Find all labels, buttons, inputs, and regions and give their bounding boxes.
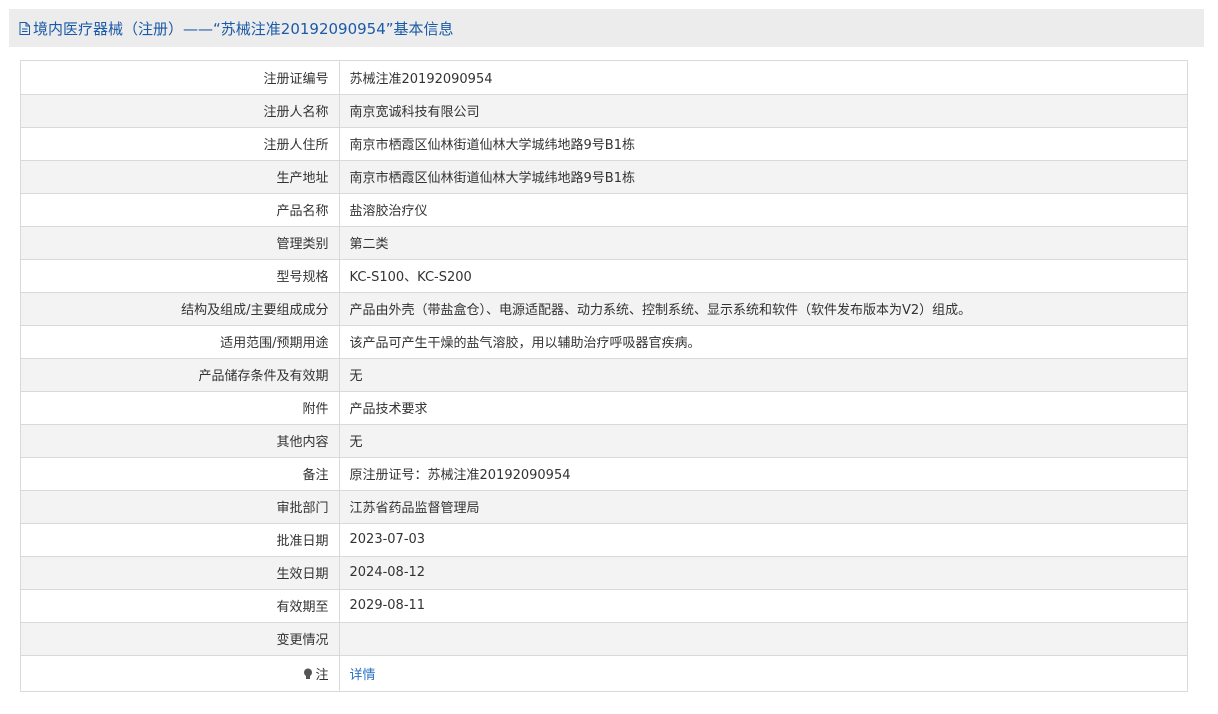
table-row: 附件 产品技术要求	[21, 391, 1187, 425]
table-row: 审批部门 江苏省药品监督管理局	[21, 490, 1187, 524]
row-label: 管理类别	[21, 226, 340, 260]
table-row: 注册人住所 南京市栖霞区仙林街道仙林大学城纬地路9号B1栋	[21, 127, 1187, 161]
row-label: 备注	[21, 457, 340, 491]
info-table: 注册证编号 苏械注准20192090954 注册人名称 南京宽诚科技有限公司 注册人住所…	[20, 60, 1188, 692]
table-row: 型号规格 KC-S100、KC-S200	[21, 259, 1187, 293]
row-value: 南京市栖霞区仙林街道仙林大学城纬地路9号B1栋	[339, 160, 1187, 194]
table-row: 变更情况	[21, 622, 1187, 656]
row-label: 注册人住所	[21, 127, 340, 161]
row-value: KC-S100、KC-S200	[339, 259, 1187, 293]
row-label: 结构及组成/主要组成成分	[21, 292, 340, 326]
table-row: 其他内容无	[21, 424, 1187, 458]
row-value: 无	[339, 358, 1187, 392]
row-label: 附件	[21, 391, 340, 425]
row-label: 审批部门	[21, 490, 340, 524]
lightbulb-icon	[303, 668, 313, 680]
table-row: 批准日期 2023-07-03	[21, 523, 1187, 557]
table-row: 生效日期 2024-08-12	[21, 556, 1187, 590]
table-row: 产品储存条件及有效期无	[21, 358, 1187, 392]
row-label: 其他内容	[21, 424, 340, 458]
row-value: 2024-08-12	[339, 556, 1187, 590]
row-value: 2023-07-03	[339, 523, 1187, 557]
document-icon	[19, 21, 30, 35]
note-label-cell: 注	[21, 655, 340, 691]
table-row: 适用范围/预期用途 该产品可产生干燥的盐气溶胶，用以辅助治疗呼吸器官疾病。	[21, 325, 1187, 359]
row-label: 批准日期	[21, 523, 340, 557]
row-value: 该产品可产生干燥的盐气溶胶，用以辅助治疗呼吸器官疾病。	[339, 325, 1187, 359]
info-rows: 注册证编号 苏械注准20192090954 注册人名称 南京宽诚科技有限公司 注册人住所…	[21, 61, 1187, 691]
row-value: 无	[339, 424, 1187, 458]
table-row: 生产地址 南京市栖霞区仙林街道仙林大学城纬地路9号B1栋	[21, 160, 1187, 194]
note-value-cell: 详情	[339, 655, 1187, 691]
row-value: 南京市栖霞区仙林街道仙林大学城纬地路9号B1栋	[339, 127, 1187, 161]
table-row: 产品名称 盐溶胶治疗仪	[21, 193, 1187, 227]
row-label: 产品储存条件及有效期	[21, 358, 340, 392]
table-row: 结构及组成/主要组成成分 产品由外壳（带盐盒仓）、电源适配器、动力系统、控制系统、…	[21, 292, 1187, 326]
page-title: 境内医疗器械（注册）——“苏械注准20192090954”基本信息	[33, 19, 454, 38]
row-value: 南京宽诚科技有限公司	[339, 94, 1187, 128]
table-row: 管理类别 第二类	[21, 226, 1187, 260]
note-label: 注	[315, 667, 329, 683]
row-label: 变更情况	[21, 622, 340, 656]
row-label: 产品名称	[21, 193, 340, 227]
row-value: 2029-08-11	[339, 589, 1187, 623]
row-value: 第二类	[339, 226, 1187, 260]
details-link[interactable]: 详情	[350, 668, 376, 683]
page-header: 境内医疗器械（注册）——“苏械注准20192090954”基本信息	[9, 9, 1204, 47]
table-row: 备注 原注册证号：苏械注准20192090954	[21, 457, 1187, 491]
row-label: 有效期至	[21, 589, 340, 623]
row-value: 产品技术要求	[339, 391, 1187, 425]
row-label: 注册人名称	[21, 94, 340, 128]
row-value: 原注册证号：苏械注准20192090954	[339, 457, 1187, 491]
row-value	[339, 622, 1187, 656]
row-label: 生产地址	[21, 160, 340, 194]
row-label: 适用范围/预期用途	[21, 325, 340, 359]
row-value: 盐溶胶治疗仪	[339, 193, 1187, 227]
row-value: 产品由外壳（带盐盒仓）、电源适配器、动力系统、控制系统、显示系统和软件（软件发布…	[339, 292, 1187, 326]
row-value: 苏械注准20192090954	[339, 61, 1187, 95]
table-row: 注册证编号 苏械注准20192090954	[21, 61, 1187, 95]
row-label: 型号规格	[21, 259, 340, 293]
row-label: 注册证编号	[21, 61, 340, 95]
note-row: 注 详情	[21, 655, 1187, 691]
row-label: 生效日期	[21, 556, 340, 590]
row-value: 江苏省药品监督管理局	[339, 490, 1187, 524]
table-row: 注册人名称 南京宽诚科技有限公司	[21, 94, 1187, 128]
table-row: 有效期至 2029-08-11	[21, 589, 1187, 623]
